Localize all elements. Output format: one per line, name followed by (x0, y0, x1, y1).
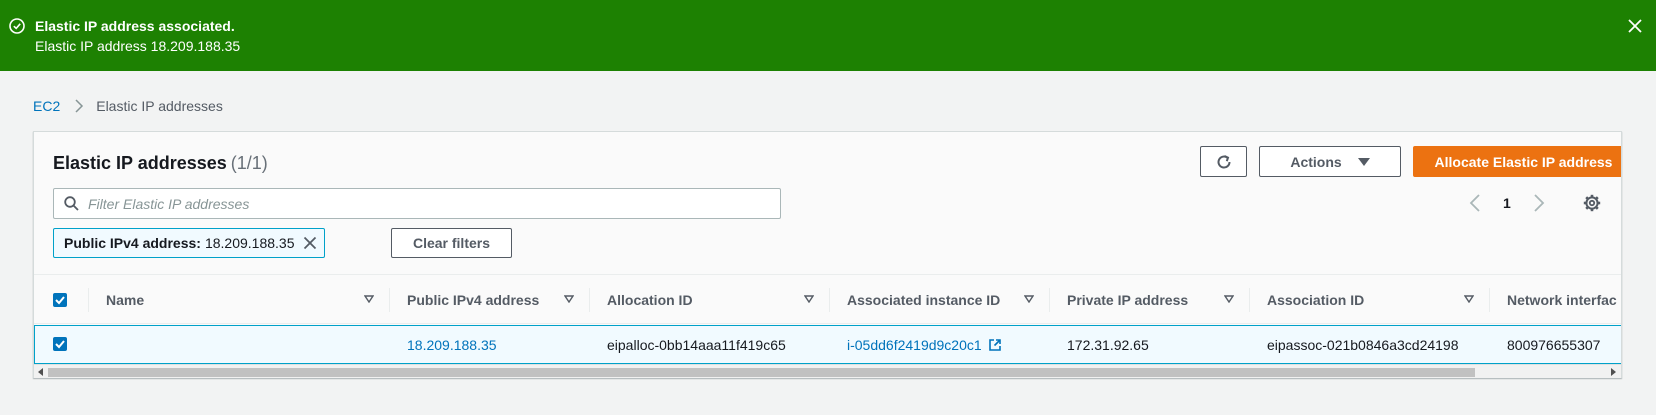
token-value: 18.209.188.35 (204, 235, 295, 251)
cell-network-interface-owner: 800976655307 (1507, 336, 1601, 353)
scroll-left-arrow-icon[interactable] (37, 368, 45, 376)
token-key: Public IPv4 address: (64, 235, 201, 251)
breadcrumb: EC2 Elastic IP addresses (33, 98, 223, 114)
close-icon[interactable] (1626, 17, 1644, 35)
filter-token: Public IPv4 address: 18.209.188.35 (53, 228, 325, 258)
breadcrumb-ec2-link[interactable]: EC2 (33, 98, 60, 114)
column-header-public-ip[interactable]: Public IPv4 address (389, 275, 589, 325)
sort-icon[interactable] (804, 295, 814, 303)
breadcrumb-current: Elastic IP addresses (96, 98, 223, 114)
actions-dropdown-button[interactable]: Actions (1259, 146, 1401, 177)
column-header-label: Associated instance ID (847, 292, 1001, 308)
sort-icon[interactable] (1224, 295, 1234, 303)
table-header: Name Public IPv4 address Allocation ID A… (34, 274, 1621, 325)
clear-filters-button[interactable]: Clear filters (391, 228, 512, 258)
page-title: Elastic IP addresses (1/1) (53, 153, 268, 174)
column-header-label: Allocation ID (607, 292, 693, 308)
filter-field[interactable] (53, 188, 781, 219)
pagination: 1 (1469, 194, 1545, 212)
search-icon (64, 196, 79, 211)
item-count: (1/1) (230, 153, 268, 173)
column-header-association-id[interactable]: Association ID (1249, 275, 1489, 325)
success-flash-banner: Elastic IP address associated. Elastic I… (0, 0, 1656, 71)
cell-public-ip[interactable]: 18.209.188.35 (407, 326, 497, 363)
column-header-allocation-id[interactable]: Allocation ID (589, 275, 829, 325)
flash-title: Elastic IP address associated. (35, 18, 235, 34)
scroll-right-arrow-icon[interactable] (1609, 368, 1617, 376)
column-header-label: Public IPv4 address (407, 292, 540, 308)
column-header-private-ip[interactable]: Private IP address (1049, 275, 1249, 325)
column-header-name[interactable]: Name (88, 275, 389, 325)
select-all-checkbox[interactable] (53, 293, 67, 307)
cell-instance-id: i-05dd6f2419d9c20c1 (847, 326, 1002, 363)
column-header-label: Association ID (1267, 292, 1365, 308)
sort-icon[interactable] (1024, 295, 1034, 303)
chevron-right-icon[interactable] (1533, 194, 1545, 212)
sort-icon[interactable] (564, 295, 574, 303)
allocate-elastic-ip-button[interactable]: Allocate Elastic IP address (1413, 146, 1621, 177)
success-check-icon (9, 18, 25, 34)
sort-icon[interactable] (364, 295, 374, 303)
external-link-icon[interactable] (988, 338, 1002, 352)
page-number[interactable]: 1 (1503, 195, 1511, 211)
gear-icon[interactable] (1583, 194, 1601, 212)
column-header-network-interface[interactable]: Network interfac (1489, 275, 1621, 325)
refresh-icon (1217, 154, 1231, 168)
horizontal-scrollbar[interactable] (34, 364, 1621, 378)
close-icon[interactable] (303, 236, 317, 250)
table-row[interactable]: 18.209.188.35 eipalloc-0bb14aaa11f419c65… (34, 325, 1621, 364)
column-header-instance-id[interactable]: Associated instance ID (829, 275, 1049, 325)
row-checkbox[interactable] (53, 337, 67, 351)
cell-association-id: eipassoc-021b0846a3cd24198 (1267, 336, 1459, 353)
column-header-label: Network interfac (1507, 292, 1617, 308)
column-header-label: Private IP address (1067, 292, 1189, 308)
column-header-label: Name (106, 292, 145, 308)
actions-label: Actions (1290, 153, 1342, 170)
chevron-left-icon[interactable] (1469, 194, 1481, 212)
cell-allocation-id: eipalloc-0bb14aaa11f419c65 (607, 336, 786, 353)
elastic-ip-table-container: Elastic IP addresses (1/1) Actions Alloca… (33, 131, 1622, 378)
scrollbar-thumb[interactable] (48, 368, 1475, 377)
instance-id-link[interactable]: i-05dd6f2419d9c20c1 (847, 337, 982, 353)
chevron-right-icon (75, 99, 84, 113)
cell-private-ip: 172.31.92.65 (1067, 336, 1149, 353)
panel-title-text: Elastic IP addresses (53, 153, 227, 173)
refresh-button[interactable] (1200, 146, 1247, 177)
caret-down-icon (1357, 157, 1370, 166)
sort-icon[interactable] (1464, 295, 1474, 303)
flash-message: Elastic IP address 18.209.188.35 (35, 38, 241, 54)
filter-input[interactable] (88, 189, 768, 218)
